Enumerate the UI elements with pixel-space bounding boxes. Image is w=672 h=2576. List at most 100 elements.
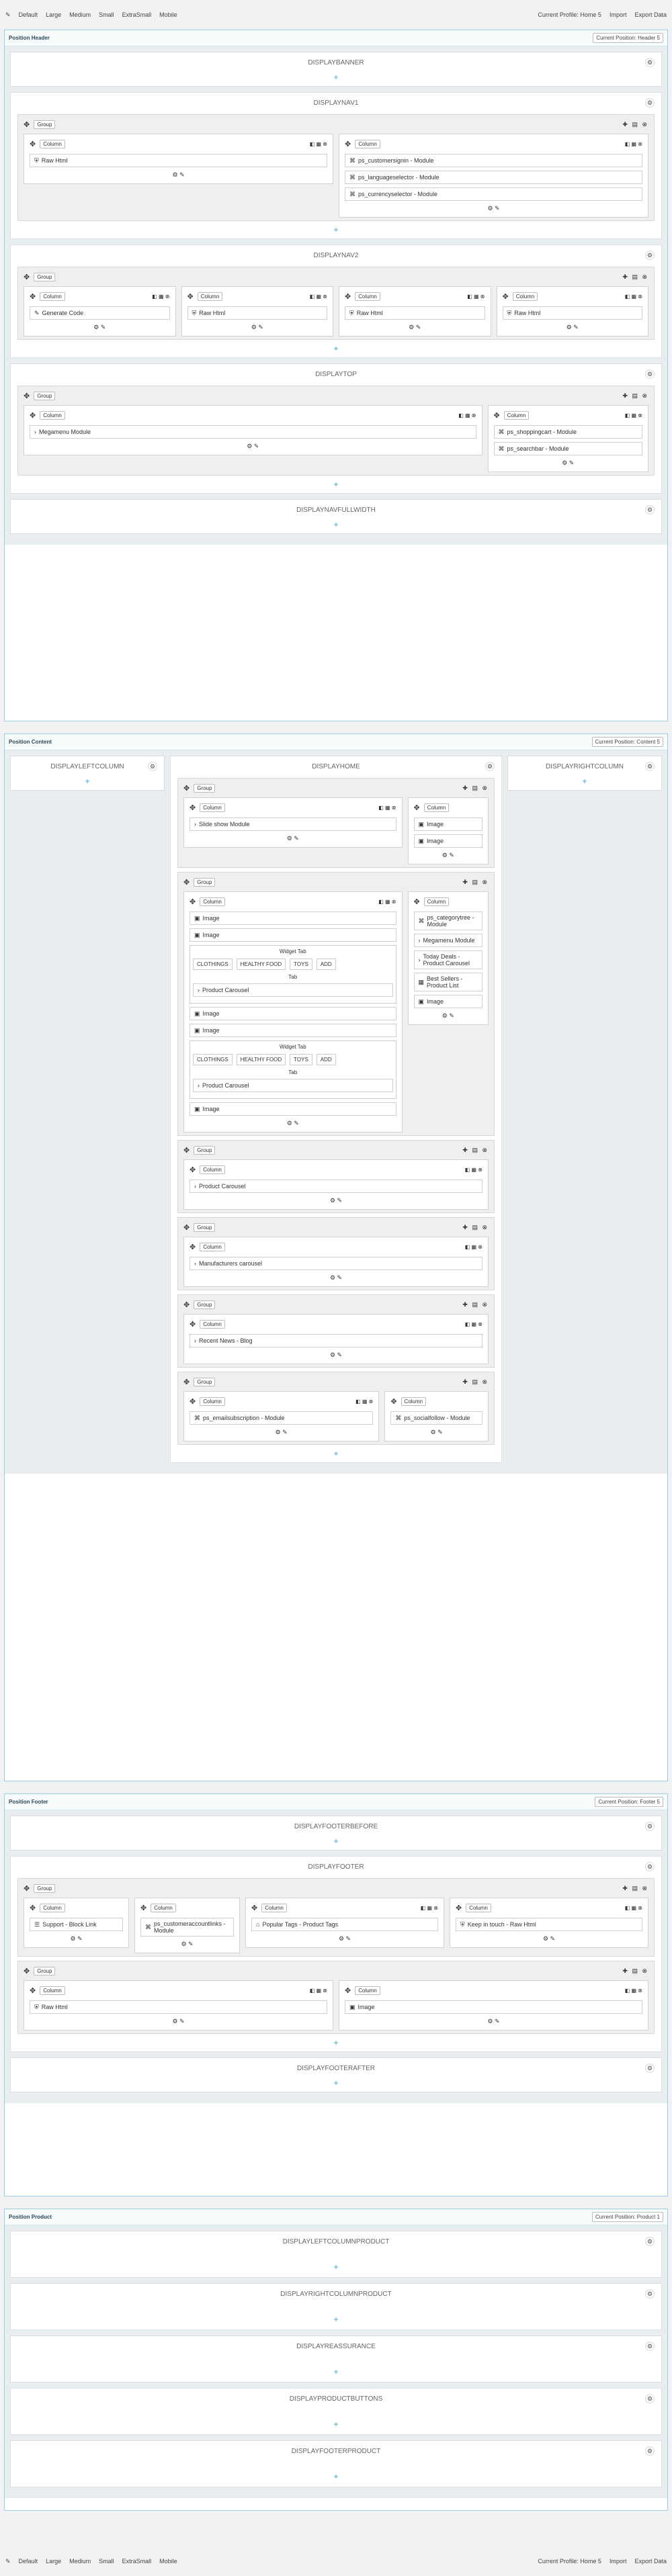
column-actions[interactable]: ◧ ▦ ⊗: [378, 805, 396, 811]
tab-item[interactable]: CLOTHINGS: [193, 959, 233, 970]
device-large[interactable]: Large: [46, 11, 61, 18]
group-actions[interactable]: ✚ ▤ ⊗: [622, 1967, 648, 1975]
column-dropdown[interactable]: Column: [401, 1396, 427, 1406]
move-icon[interactable]: ✥: [190, 1320, 196, 1329]
move-icon[interactable]: ✥: [24, 392, 30, 400]
column-dropdown[interactable]: Column: [197, 292, 223, 301]
column-tools[interactable]: ⚙ ✎: [190, 1351, 482, 1359]
tab-item[interactable]: HEALTHY FOOD: [236, 959, 286, 970]
add-tab-button[interactable]: ADD: [316, 959, 336, 970]
module-item[interactable]: ▣ Image: [413, 834, 482, 848]
module-item[interactable]: ⛨ Raw Html: [30, 154, 327, 167]
module-item[interactable]: ⌘ ps_customersignin - Module: [345, 154, 642, 167]
column-actions[interactable]: ◧ ▦ ⊗: [465, 1321, 482, 1327]
column-tools[interactable]: ⚙ ✎: [503, 324, 643, 331]
move-icon[interactable]: ✥: [30, 140, 36, 148]
gear-icon[interactable]: ⚙: [645, 251, 655, 260]
column-actions[interactable]: ◧ ▦ ⊗: [465, 1167, 482, 1173]
module-item[interactable]: ▦ Best Sellers - Product List: [413, 973, 482, 991]
current-position-dropdown[interactable]: Current Position: Header 5: [593, 33, 663, 43]
move-icon[interactable]: ✥: [503, 292, 509, 301]
profile-dropdown[interactable]: Current Profile: Home 5: [538, 2558, 601, 2565]
tab-item[interactable]: TOYS: [290, 959, 312, 970]
add-icon[interactable]: +: [17, 73, 655, 82]
column-dropdown[interactable]: Column: [200, 1396, 225, 1406]
group-dropdown[interactable]: Group: [194, 1377, 216, 1386]
group-actions[interactable]: ✚ ▤ ⊗: [622, 273, 648, 281]
column-tools[interactable]: ⚙ ✎: [494, 459, 643, 467]
move-icon[interactable]: ✥: [24, 273, 30, 281]
import-button[interactable]: Import: [610, 2558, 627, 2565]
device-large[interactable]: Large: [46, 2558, 61, 2565]
column-tools[interactable]: ⚙ ✎: [414, 852, 483, 859]
module-item[interactable]: › Today Deals - Product Carousel: [413, 950, 482, 969]
move-icon[interactable]: ✥: [190, 803, 196, 812]
add-icon[interactable]: +: [17, 2472, 655, 2481]
column-dropdown[interactable]: Column: [261, 1903, 287, 1912]
current-position-dropdown[interactable]: Current Position: Footer 5: [595, 1797, 663, 1807]
move-icon[interactable]: ✥: [183, 784, 190, 793]
column-actions[interactable]: ◧ ▦ ⊗: [625, 1988, 642, 1994]
module-item[interactable]: ▣ Image: [190, 1102, 396, 1116]
add-icon[interactable]: +: [17, 225, 655, 234]
group-dropdown[interactable]: Group: [194, 1300, 216, 1309]
gear-icon[interactable]: ⚙: [148, 762, 157, 771]
module-item[interactable]: ☰ Support - Block Link: [30, 1918, 123, 1931]
move-icon[interactable]: ✥: [140, 1904, 146, 1912]
column-dropdown[interactable]: Column: [423, 803, 450, 812]
group-dropdown[interactable]: Group: [194, 1223, 216, 1232]
move-icon[interactable]: ✥: [187, 292, 194, 301]
move-icon[interactable]: ✥: [30, 292, 36, 301]
group-dropdown[interactable]: Group: [194, 877, 216, 887]
move-icon[interactable]: ✥: [24, 120, 30, 129]
module-item[interactable]: ⛨ Raw Html: [502, 306, 642, 320]
column-tools[interactable]: ⚙ ✎: [390, 1429, 482, 1436]
column-actions[interactable]: ◧ ▦ ⊗: [310, 294, 327, 300]
gear-icon[interactable]: ⚙: [645, 2237, 655, 2246]
gear-icon[interactable]: ⚙: [645, 2289, 655, 2299]
module-item[interactable]: ⌘ ps_languageselector - Module: [345, 171, 642, 184]
column-tools[interactable]: ⚙ ✎: [251, 1935, 438, 1943]
column-actions[interactable]: ◧ ▦ ⊗: [625, 1905, 642, 1911]
column-actions[interactable]: ◧ ▦ ⊗: [625, 141, 642, 147]
column-tools[interactable]: ⚙ ✎: [345, 324, 485, 331]
gear-icon[interactable]: ⚙: [645, 2394, 655, 2403]
add-icon[interactable]: +: [17, 2367, 655, 2377]
column-tools[interactable]: ⚙ ✎: [190, 1120, 396, 1127]
column-dropdown[interactable]: Column: [355, 1986, 380, 1995]
module-item[interactable]: ⛨ Keep in touch - Raw Html: [456, 1918, 642, 1931]
add-icon[interactable]: +: [17, 2078, 655, 2088]
group-dropdown[interactable]: Group: [34, 1883, 56, 1893]
column-tools[interactable]: ⚙ ✎: [187, 324, 328, 331]
group-dropdown[interactable]: Group: [34, 272, 56, 281]
module-item[interactable]: ⛨ Raw Html: [345, 306, 485, 320]
column-dropdown[interactable]: Column: [40, 139, 65, 148]
column-actions[interactable]: ◧ ▦ ⊗: [458, 412, 476, 418]
device-medium[interactable]: Medium: [69, 2558, 91, 2565]
group-actions[interactable]: ✚ ▤ ⊗: [462, 879, 489, 886]
module-item[interactable]: ▣ Image: [345, 2000, 642, 2014]
module-item[interactable]: ▣ Image: [190, 912, 396, 925]
add-icon[interactable]: +: [17, 520, 655, 529]
gear-icon[interactable]: ⚙: [645, 2063, 655, 2073]
move-icon[interactable]: ✥: [345, 140, 351, 148]
column-actions[interactable]: ◧ ▦ ⊗: [355, 1398, 373, 1405]
column-dropdown[interactable]: Column: [466, 1903, 491, 1912]
move-icon[interactable]: ✥: [183, 878, 190, 887]
column-actions[interactable]: ◧ ▦ ⊗: [467, 294, 485, 300]
column-tools[interactable]: ⚙ ✎: [345, 205, 642, 212]
device-small[interactable]: Small: [99, 11, 114, 18]
move-icon[interactable]: ✥: [24, 1884, 30, 1893]
group-actions[interactable]: ✚ ▤ ⊗: [622, 121, 648, 128]
column-tools[interactable]: ⚙ ✎: [140, 1941, 234, 1948]
current-position-dropdown[interactable]: Current Position: Product 1: [591, 2212, 663, 2222]
column-tools[interactable]: ⚙ ✎: [414, 1012, 483, 1020]
device-default[interactable]: Default: [19, 11, 38, 18]
module-item[interactable]: ⌘ ps_searchbar - Module: [493, 442, 642, 455]
tab-item[interactable]: CLOTHINGS: [193, 1054, 233, 1065]
current-position-dropdown[interactable]: Current Position: Content 5: [591, 737, 663, 747]
column-dropdown[interactable]: Column: [40, 410, 65, 420]
module-item[interactable]: ⛨ Raw Html: [30, 2000, 327, 2014]
add-icon[interactable]: +: [17, 344, 655, 353]
column-tools[interactable]: ⚙ ✎: [190, 1274, 482, 1282]
